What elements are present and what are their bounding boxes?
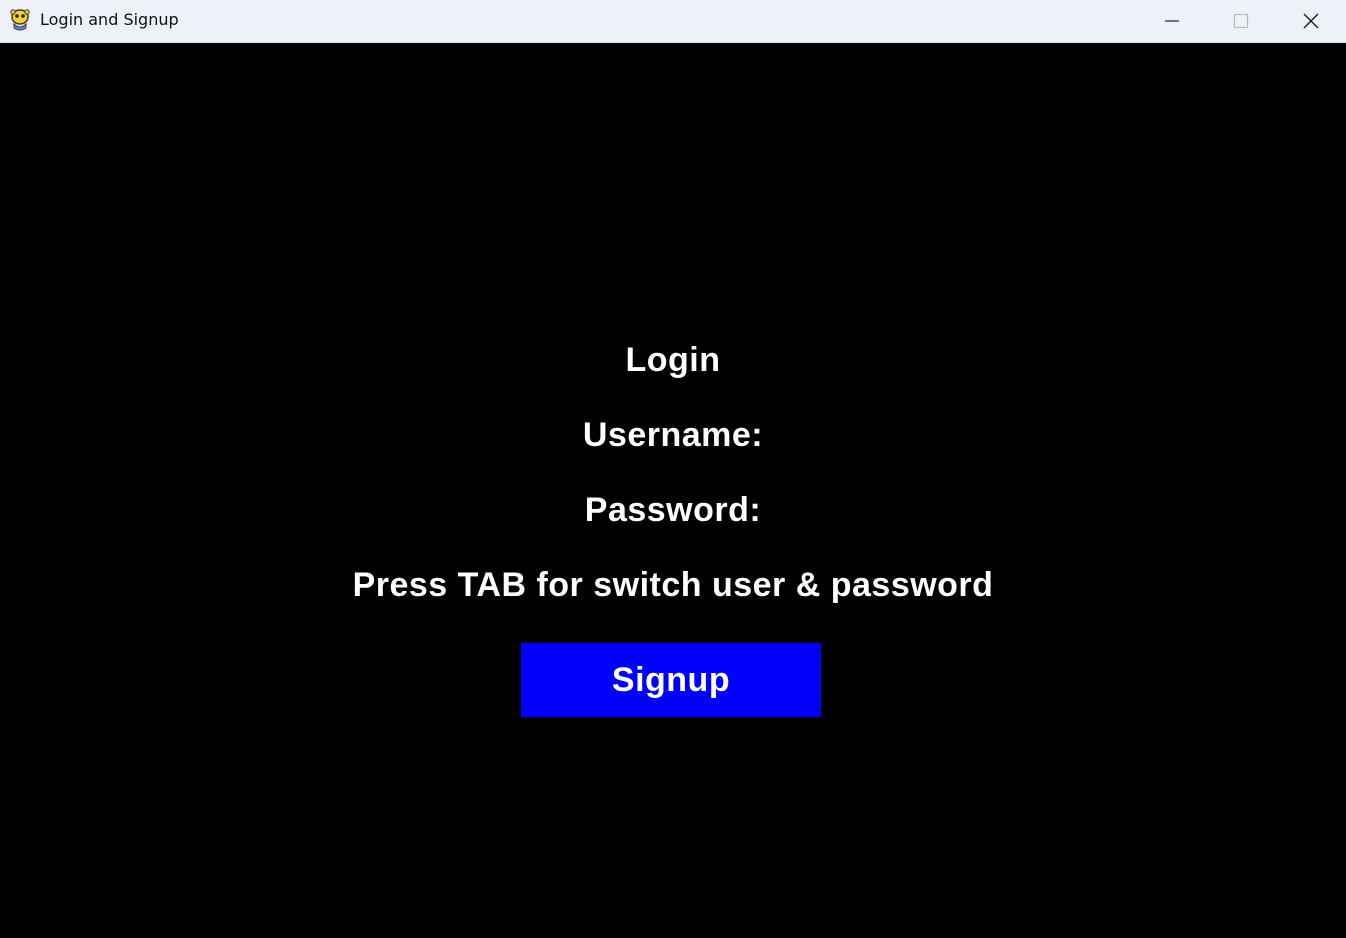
title-bar[interactable]: Login and Signup — [0, 0, 1346, 43]
login-heading: Login — [625, 341, 721, 379]
signup-button[interactable]: Signup — [521, 643, 821, 717]
tab-hint-text: Press TAB for switch user & password — [352, 566, 994, 604]
game-canvas[interactable]: Login Username: Password: Press TAB for … — [0, 43, 1346, 938]
maximize-icon — [1233, 13, 1249, 29]
maximize-button[interactable] — [1210, 0, 1272, 42]
password-field[interactable]: Password: — [0, 490, 1346, 530]
username-field[interactable]: Username: — [0, 415, 1346, 455]
close-button[interactable] — [1280, 0, 1342, 42]
close-icon — [1303, 13, 1319, 29]
app-icon — [9, 8, 31, 32]
minimize-button[interactable] — [1141, 0, 1203, 42]
window-title: Login and Signup — [40, 10, 179, 29]
minimize-icon — [1165, 20, 1179, 22]
